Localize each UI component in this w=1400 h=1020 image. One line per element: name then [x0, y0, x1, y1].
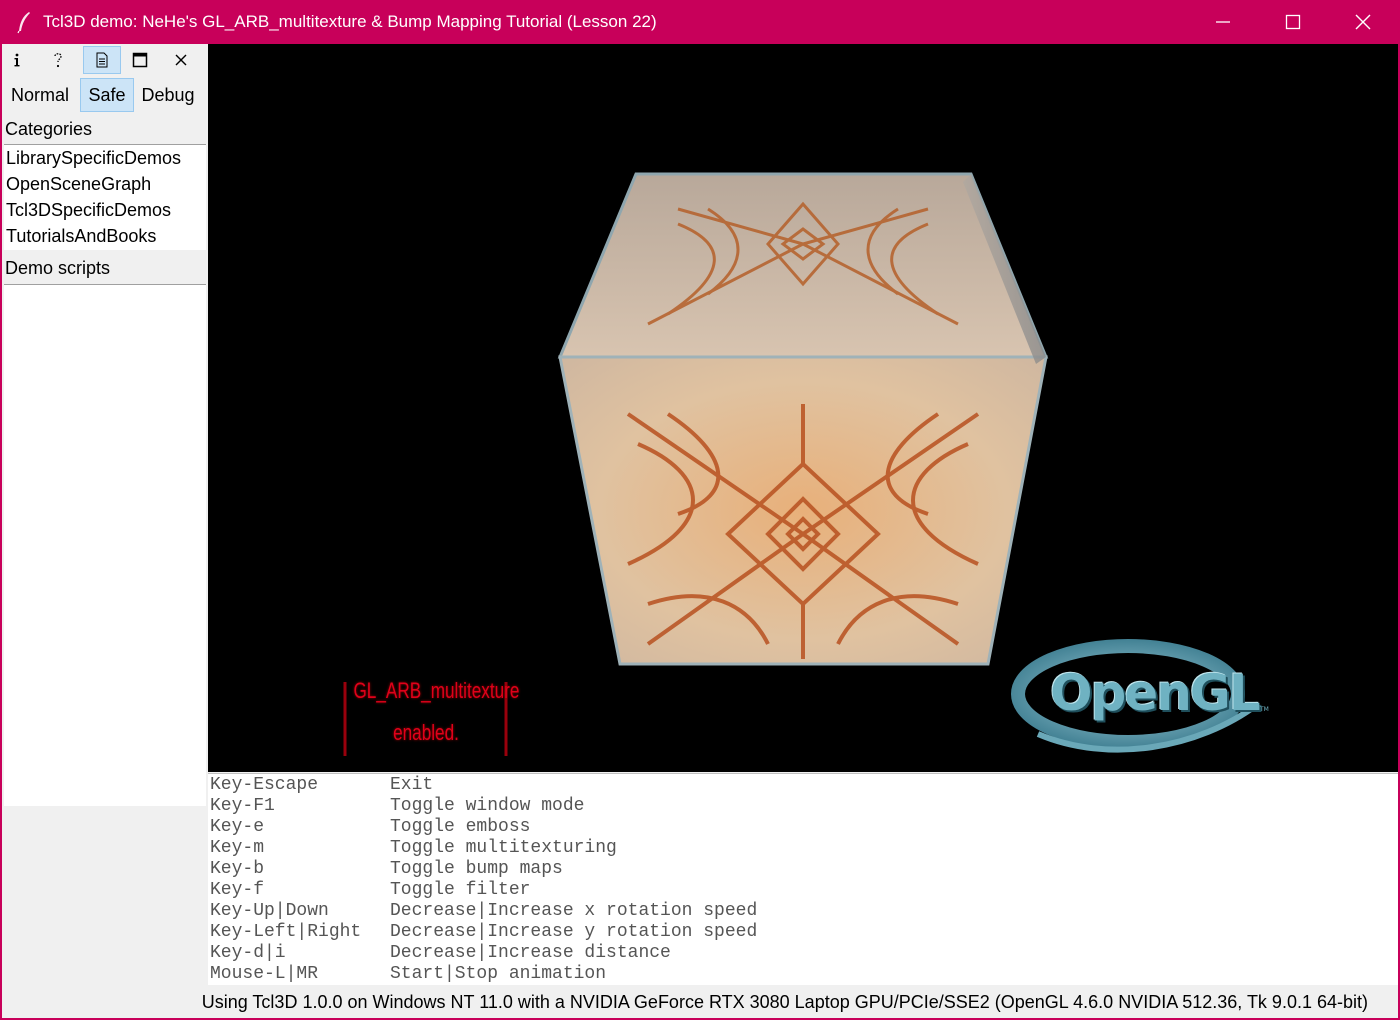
- status-bar: Using Tcl3D 1.0.0 on Windows NT 11.0 wit…: [2, 986, 1398, 1018]
- title-bar[interactable]: Tcl3D demo: NeHe's GL_ARB_multitexture &…: [0, 0, 1400, 44]
- fullscreen-button[interactable]: [121, 46, 159, 74]
- categories-list[interactable]: LibrarySpecificDemos OpenSceneGraph Tcl3…: [4, 144, 206, 250]
- help-button[interactable]: [39, 46, 77, 74]
- maximize-button[interactable]: [1258, 0, 1328, 44]
- mode-safe-button[interactable]: Safe: [80, 78, 134, 112]
- help-desc: Decrease|Increase y rotation speed: [390, 922, 758, 942]
- help-desc: Toggle bump maps: [390, 859, 563, 879]
- help-desc: Toggle emboss: [390, 817, 531, 837]
- opengl-logo-text: OpenGL: [1050, 664, 1261, 722]
- overlay-line-2: enabled.: [393, 720, 459, 745]
- fullscreen-icon: [132, 52, 148, 68]
- help-icon: [54, 53, 62, 68]
- help-desc: Decrease|Increase distance: [390, 943, 671, 963]
- help-key: Key-m: [210, 838, 265, 858]
- document-icon: [96, 52, 108, 68]
- minimize-icon: [1216, 21, 1230, 23]
- demo-scripts-label: Demo scripts: [5, 258, 111, 278]
- categories-label: Categories: [5, 119, 93, 139]
- help-key: Key-e: [210, 817, 265, 837]
- help-key: Key-F1: [210, 796, 275, 816]
- minimize-button[interactable]: [1188, 0, 1258, 44]
- maximize-icon: [1285, 14, 1301, 30]
- mode-debug-button[interactable]: Debug: [136, 78, 200, 112]
- list-item[interactable]: Tcl3DSpecificDemos: [4, 197, 206, 223]
- overlay-line-1: GL_ARB_multitexture: [353, 678, 520, 703]
- list-item[interactable]: TutorialsAndBooks: [4, 223, 206, 249]
- info-icon: [14, 53, 20, 67]
- help-desc: Toggle multitexturing: [390, 838, 617, 858]
- feather-icon: [17, 12, 30, 34]
- help-key: Key-Left|Right: [210, 922, 362, 942]
- opengl-canvas[interactable]: GL_ARB_multitexture enabled. OpenGL TM: [208, 44, 1398, 772]
- close-icon: [1355, 14, 1371, 30]
- help-key: Key-Escape: [210, 775, 319, 795]
- sidebar: Normal Safe Debug Categories LibrarySpec…: [0, 44, 208, 806]
- help-key: Key-d|i: [210, 943, 286, 963]
- window-title: Tcl3D demo: NeHe's GL_ARB_multitexture &…: [43, 12, 657, 31]
- help-desc: Start|Stop animation: [390, 964, 607, 984]
- client-area: Normal Safe Debug Categories LibrarySpec…: [2, 44, 1398, 1018]
- exit-button[interactable]: [162, 46, 200, 74]
- mode-normal-button[interactable]: Normal: [5, 78, 75, 112]
- key-help-panel[interactable]: Key-Escape Exit Key-F1 Toggle window mode …: [208, 773, 1398, 985]
- list-item[interactable]: LibrarySpecificDemos: [4, 145, 206, 171]
- app-window: Tcl3D demo: NeHe's GL_ARB_multitexture &…: [0, 0, 1400, 1020]
- list-item[interactable]: OpenSceneGraph: [4, 171, 206, 197]
- help-desc: Exit: [390, 775, 434, 795]
- help-desc: Toggle filter: [390, 880, 531, 900]
- help-key: Key-b: [210, 859, 265, 879]
- status-text: Using Tcl3D 1.0.0 on Windows NT 11.0 wit…: [201, 992, 1368, 1012]
- help-key: Key-f: [210, 880, 265, 900]
- scene-render: [343, 172, 1260, 756]
- close-button[interactable]: [1328, 0, 1398, 44]
- textured-cube: [557, 172, 1049, 666]
- help-key: Key-Up|Down: [210, 901, 329, 921]
- help-desc: Decrease|Increase x rotation speed: [390, 901, 758, 921]
- info-button[interactable]: [0, 46, 36, 74]
- opengl-logo-tm: TM: [1260, 706, 1269, 713]
- help-key: Mouse-L|MR: [210, 964, 319, 984]
- document-button[interactable]: [83, 46, 121, 74]
- demo-scripts-list[interactable]: [4, 284, 206, 806]
- help-desc: Toggle window mode: [390, 796, 585, 816]
- close-icon: [175, 54, 187, 66]
